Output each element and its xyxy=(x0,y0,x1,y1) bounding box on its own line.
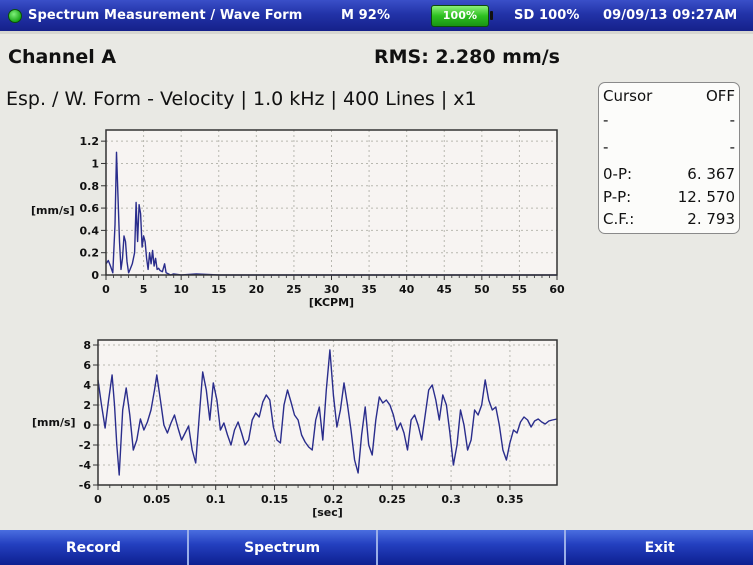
y-tick-label: 6 xyxy=(83,359,91,372)
spectrum-button[interactable]: Spectrum xyxy=(188,530,378,565)
x-tick-label: 0.35 xyxy=(496,493,523,506)
x-tick-label: 0.05 xyxy=(143,493,170,506)
exit-button[interactable]: Exit xyxy=(566,530,753,565)
x-axis-label: [sec] xyxy=(312,506,343,519)
y-axis-label: [mm/s] xyxy=(32,416,76,429)
x-tick-label: 0.3 xyxy=(441,493,461,506)
y-tick-label: -6 xyxy=(79,479,92,492)
empty-softkey[interactable] xyxy=(377,530,567,565)
softkey-bar: Record Spectrum Exit xyxy=(0,530,753,565)
y-tick-label: -4 xyxy=(79,459,92,472)
x-tick-label: 0.25 xyxy=(379,493,406,506)
x-tick-label: 0 xyxy=(94,493,102,506)
waveform-chart[interactable]: 0 0.05 0.1 0.15 0.2 0.25 0.3 0.35 -6 -4 -2 0 2 4 6 8 [se… xyxy=(0,0,753,530)
y-tick-label: 0 xyxy=(83,419,91,432)
plot-area xyxy=(98,340,557,485)
x-tick-label: 0.2 xyxy=(324,493,344,506)
x-tick-label: 0.15 xyxy=(261,493,288,506)
y-tick-label: 4 xyxy=(83,379,91,392)
y-tick-label: -2 xyxy=(79,439,91,452)
y-tick-label: 2 xyxy=(83,399,91,412)
record-button[interactable]: Record xyxy=(0,530,189,565)
x-tick-label: 0.1 xyxy=(206,493,226,506)
y-tick-label: 8 xyxy=(83,339,91,352)
